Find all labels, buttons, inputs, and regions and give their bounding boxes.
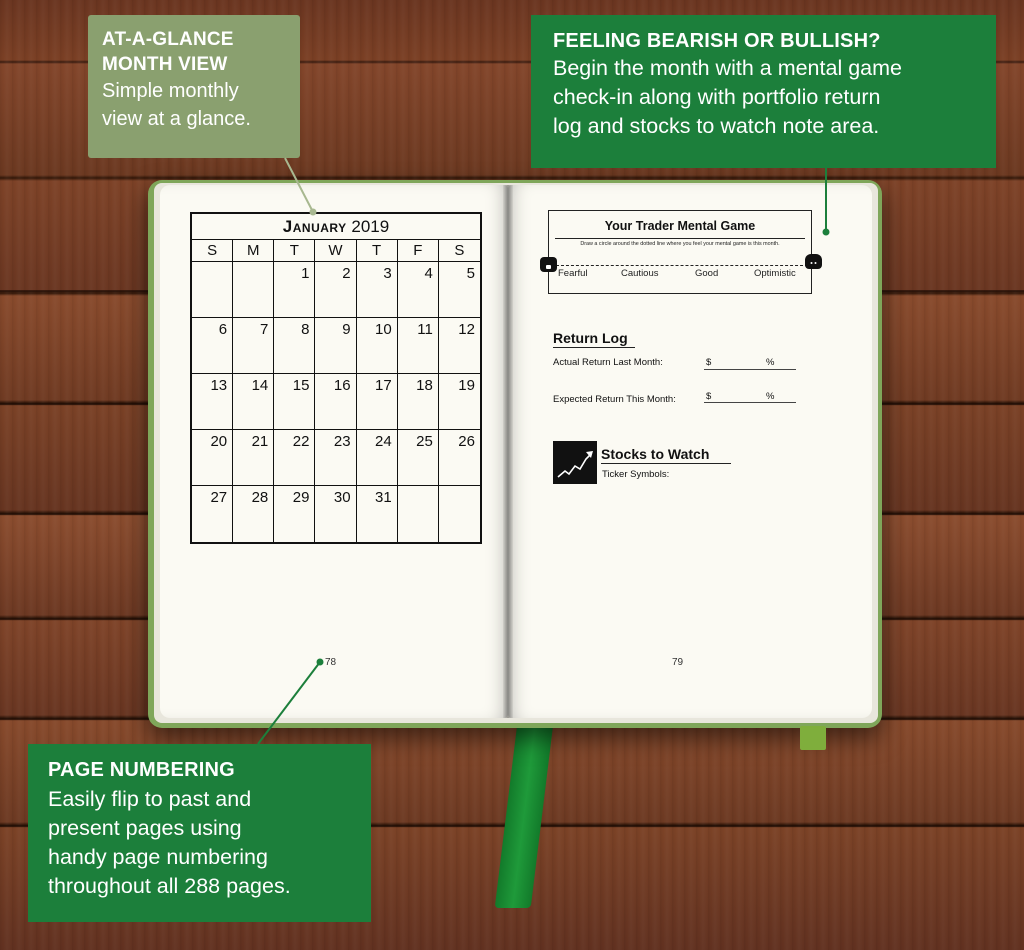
calendar-day-cell: 12 [438,318,480,374]
calendar-day-cell: 5 [438,262,480,318]
calendar-day-cell: 26 [438,430,480,486]
mental-game-instruction: Draw a circle around the dotted line whe… [580,241,780,247]
callout-page-numbering-body-4: throughout all 288 pages. [48,874,291,898]
calendar-day-cell: 27 [192,486,234,542]
callout-month-view-body-1: Simple monthly [102,80,239,102]
calendar-day-cell: 14 [233,374,275,430]
mental-game-title: Your Trader Mental Game [604,219,756,233]
callout-page-numbering-body-2: present pages using [48,816,242,840]
calendar-grid: S M T W T F S 1 2 3 4 5 6 7 8 9 10 11 12 13 14 15 16 17 18 19 20 21… [192,240,480,542]
calendar-weekday: T [274,240,316,262]
page-number-left: 78 [325,657,337,668]
callout-page-numbering-heading: PAGE NUMBERING [48,759,235,781]
mental-label-optimistic: Optimistic [754,268,796,279]
callout-month-view-heading-2: MONTH VIEW [102,54,228,75]
calendar-day-cell: 7 [233,318,275,374]
bear-icon [540,257,557,272]
stocks-to-watch-rule [601,463,731,465]
calendar-day-cell [439,486,480,542]
callout-bearish-bullish-body-1: Begin the month with a mental game [553,56,902,80]
calendar-day-cell [192,262,234,318]
actual-return-percent: % [766,357,775,368]
stock-chart-icon [553,441,597,484]
callout-page-numbering: PAGE NUMBERING Easily flip to past and p… [28,744,371,922]
mental-label-cautious: Cautious [621,268,659,279]
calendar-day-cell: 13 [192,374,234,430]
page-number-right: 79 [672,657,684,668]
calendar-day-cell: 4 [397,262,439,318]
calendar-day-cell: 9 [315,318,357,374]
expected-return-label: Expected Return This Month: [553,394,676,405]
expected-return-currency: $ [706,391,712,402]
calendar-day-cell: 30 [315,486,357,542]
callout-bearish-bullish: FEELING BEARISH OR BULLISH? Begin the mo… [531,15,996,168]
callout-bearish-bullish-heading: FEELING BEARISH OR BULLISH? [553,30,881,52]
calendar-day-cell: 29 [274,486,316,542]
calendar-weekday: S [438,240,480,262]
calendar-day-cell [398,486,439,542]
callout-month-view-body-2: view at a glance. [102,108,251,130]
calendar-day-cell: 10 [356,318,398,374]
bookmark-ribbon [494,718,554,908]
actual-return-currency: $ [706,357,712,368]
calendar-title: January 2019 [192,214,480,240]
mental-game-dotted-line[interactable] [556,265,808,266]
calendar-day-cell: 31 [357,486,398,542]
expected-return-percent: % [766,391,775,402]
calendar-day-cell: 3 [356,262,398,318]
calendar-day-cell: 24 [356,430,398,486]
calendar-day-cell: 20 [192,430,234,486]
calendar-day-cell: 15 [274,374,316,430]
calendar-day-cell [233,262,275,318]
stocks-to-watch-title: Stocks to Watch [601,446,710,462]
calendar-weekday: T [356,240,398,262]
callout-bearish-bullish-body-2: check-in along with portfolio return [553,85,881,109]
calendar-day-cell: 25 [397,430,439,486]
return-log-title: Return Log [553,330,628,346]
return-log-rule [553,347,635,349]
expected-return-field[interactable] [704,402,796,403]
calendar-day-cell: 22 [274,430,316,486]
calendar-day-cell: 11 [397,318,439,374]
calendar-day-cell: 18 [397,374,439,430]
month-calendar: January 2019 S M T W T F S 1 2 3 4 5 6 7 8 9 10 11 12 13 14 1… [190,212,482,544]
mental-label-fearful: Fearful [558,268,588,279]
callout-page-numbering-body-3: handy page numbering [48,845,268,869]
calendar-day-cell: 6 [192,318,234,374]
calendar-weekday: M [233,240,275,262]
calendar-day-cell: 19 [438,374,480,430]
elastic-band [800,726,826,750]
actual-return-field[interactable] [704,369,796,370]
notebook-gutter [503,185,513,718]
ticker-symbols-label: Ticker Symbols: [602,469,670,480]
calendar-day-cell: 1 [274,262,316,318]
bull-icon [805,254,822,269]
calendar-weekday: W [315,240,357,262]
calendar-weekday: S [192,240,234,262]
callout-bearish-bullish-body-3: log and stocks to watch note area. [553,114,880,138]
calendar-day-cell: 17 [356,374,398,430]
calendar-day-cell: 8 [274,318,316,374]
calendar-day-cell: 28 [233,486,275,542]
callout-month-view-heading-1: AT-A-GLANCE [102,29,234,50]
mental-game-title-rule [555,238,805,239]
calendar-day-cell: 2 [315,262,357,318]
calendar-day-cell: 16 [315,374,357,430]
mental-game-box: Your Trader Mental Game Draw a circle ar… [548,210,812,294]
calendar-year: 2019 [351,217,390,236]
calendar-day-cell: 23 [315,430,357,486]
actual-return-label: Actual Return Last Month: [553,357,663,368]
callout-page-numbering-body-1: Easily flip to past and [48,787,252,811]
mental-label-good: Good [695,268,719,279]
callout-month-view: AT-A-GLANCE MONTH VIEW Simple monthly vi… [88,15,300,158]
calendar-month: January [282,217,347,236]
calendar-day-cell: 21 [233,430,275,486]
calendar-weekday: F [397,240,439,262]
